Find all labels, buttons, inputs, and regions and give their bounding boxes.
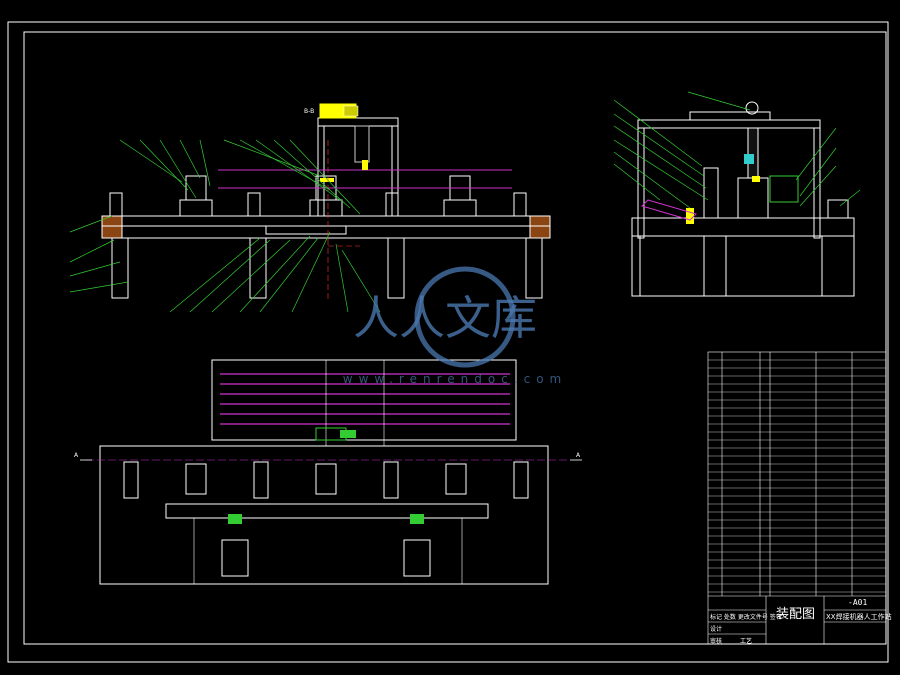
sign-row-1: 标记 处数 更改文件号 签名: [710, 614, 782, 621]
watermark-logo: 人人文库: [353, 266, 537, 368]
front-motor-end: [343, 105, 359, 117]
parts-list-rows: [708, 359, 886, 593]
drawing-code: -A01: [848, 598, 868, 607]
watermark-url: www.renrendoc.com: [342, 372, 568, 386]
sign-row-3: 审核: [710, 638, 723, 645]
side-view: [631, 111, 855, 297]
section-marker-left: A: [74, 452, 79, 459]
sign-row-2: 设计: [710, 626, 723, 633]
side-leader-lines: [613, 91, 861, 209]
front-fixture-accents: [320, 160, 368, 182]
sign-row-4: 工艺: [740, 638, 753, 645]
section-marker-right: A: [576, 452, 581, 459]
watermark-glyphs: 人人文库: [353, 291, 537, 345]
side-accents: [641, 154, 799, 224]
top-view-label: B-B: [304, 108, 315, 115]
part-name: XX焊接机器人工作站: [826, 613, 892, 621]
